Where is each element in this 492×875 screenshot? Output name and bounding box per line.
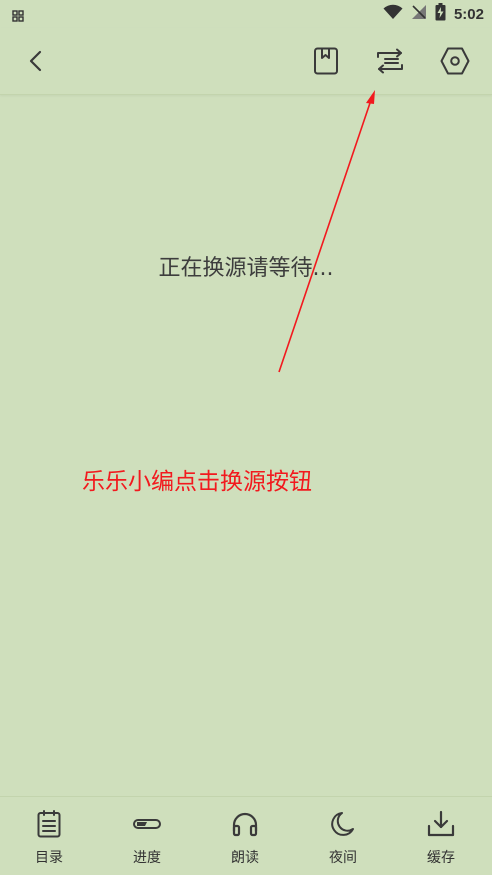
catalog-label: 目录 <box>35 850 63 866</box>
bookmark-button[interactable] <box>307 42 345 80</box>
settings-button[interactable] <box>436 42 474 80</box>
progress-label: 进度 <box>133 850 161 866</box>
read-aloud-button[interactable]: 朗读 <box>196 797 294 875</box>
status-time: 5:02 <box>453 5 484 23</box>
loading-message: 正在换源请等待... <box>158 256 334 281</box>
headphones-icon <box>230 809 260 839</box>
catalog-button[interactable]: 目录 <box>0 797 98 875</box>
app-grid-icon <box>12 7 24 26</box>
chevron-left-icon <box>29 50 42 72</box>
status-bar: 5:02 <box>0 0 492 28</box>
bookmark-icon <box>314 47 338 75</box>
night-mode-button[interactable]: 夜间 <box>294 797 392 875</box>
annotation-text: 乐乐小编点击换源按钮 <box>82 469 312 495</box>
change-source-button[interactable] <box>371 42 409 80</box>
cache-button[interactable]: 缓存 <box>392 797 490 875</box>
read-aloud-label: 朗读 <box>231 850 259 866</box>
night-mode-label: 夜间 <box>329 850 357 866</box>
catalog-icon <box>34 809 64 839</box>
moon-icon <box>328 809 358 839</box>
reader-toolbar <box>0 28 492 95</box>
bottom-nav: 目录 进度 朗读 夜间 缓存 <box>0 796 492 875</box>
back-button[interactable] <box>18 42 56 80</box>
battery-charging-icon <box>435 3 446 25</box>
wifi-icon <box>383 4 403 24</box>
change-source-icon <box>377 48 403 74</box>
hexagon-settings-icon <box>440 47 470 75</box>
progress-button[interactable]: 进度 <box>98 797 196 875</box>
download-icon <box>426 809 456 839</box>
no-signal-icon <box>411 4 427 24</box>
annotation-arrow <box>278 90 375 373</box>
cache-label: 缓存 <box>427 850 455 866</box>
progress-icon <box>132 809 162 839</box>
